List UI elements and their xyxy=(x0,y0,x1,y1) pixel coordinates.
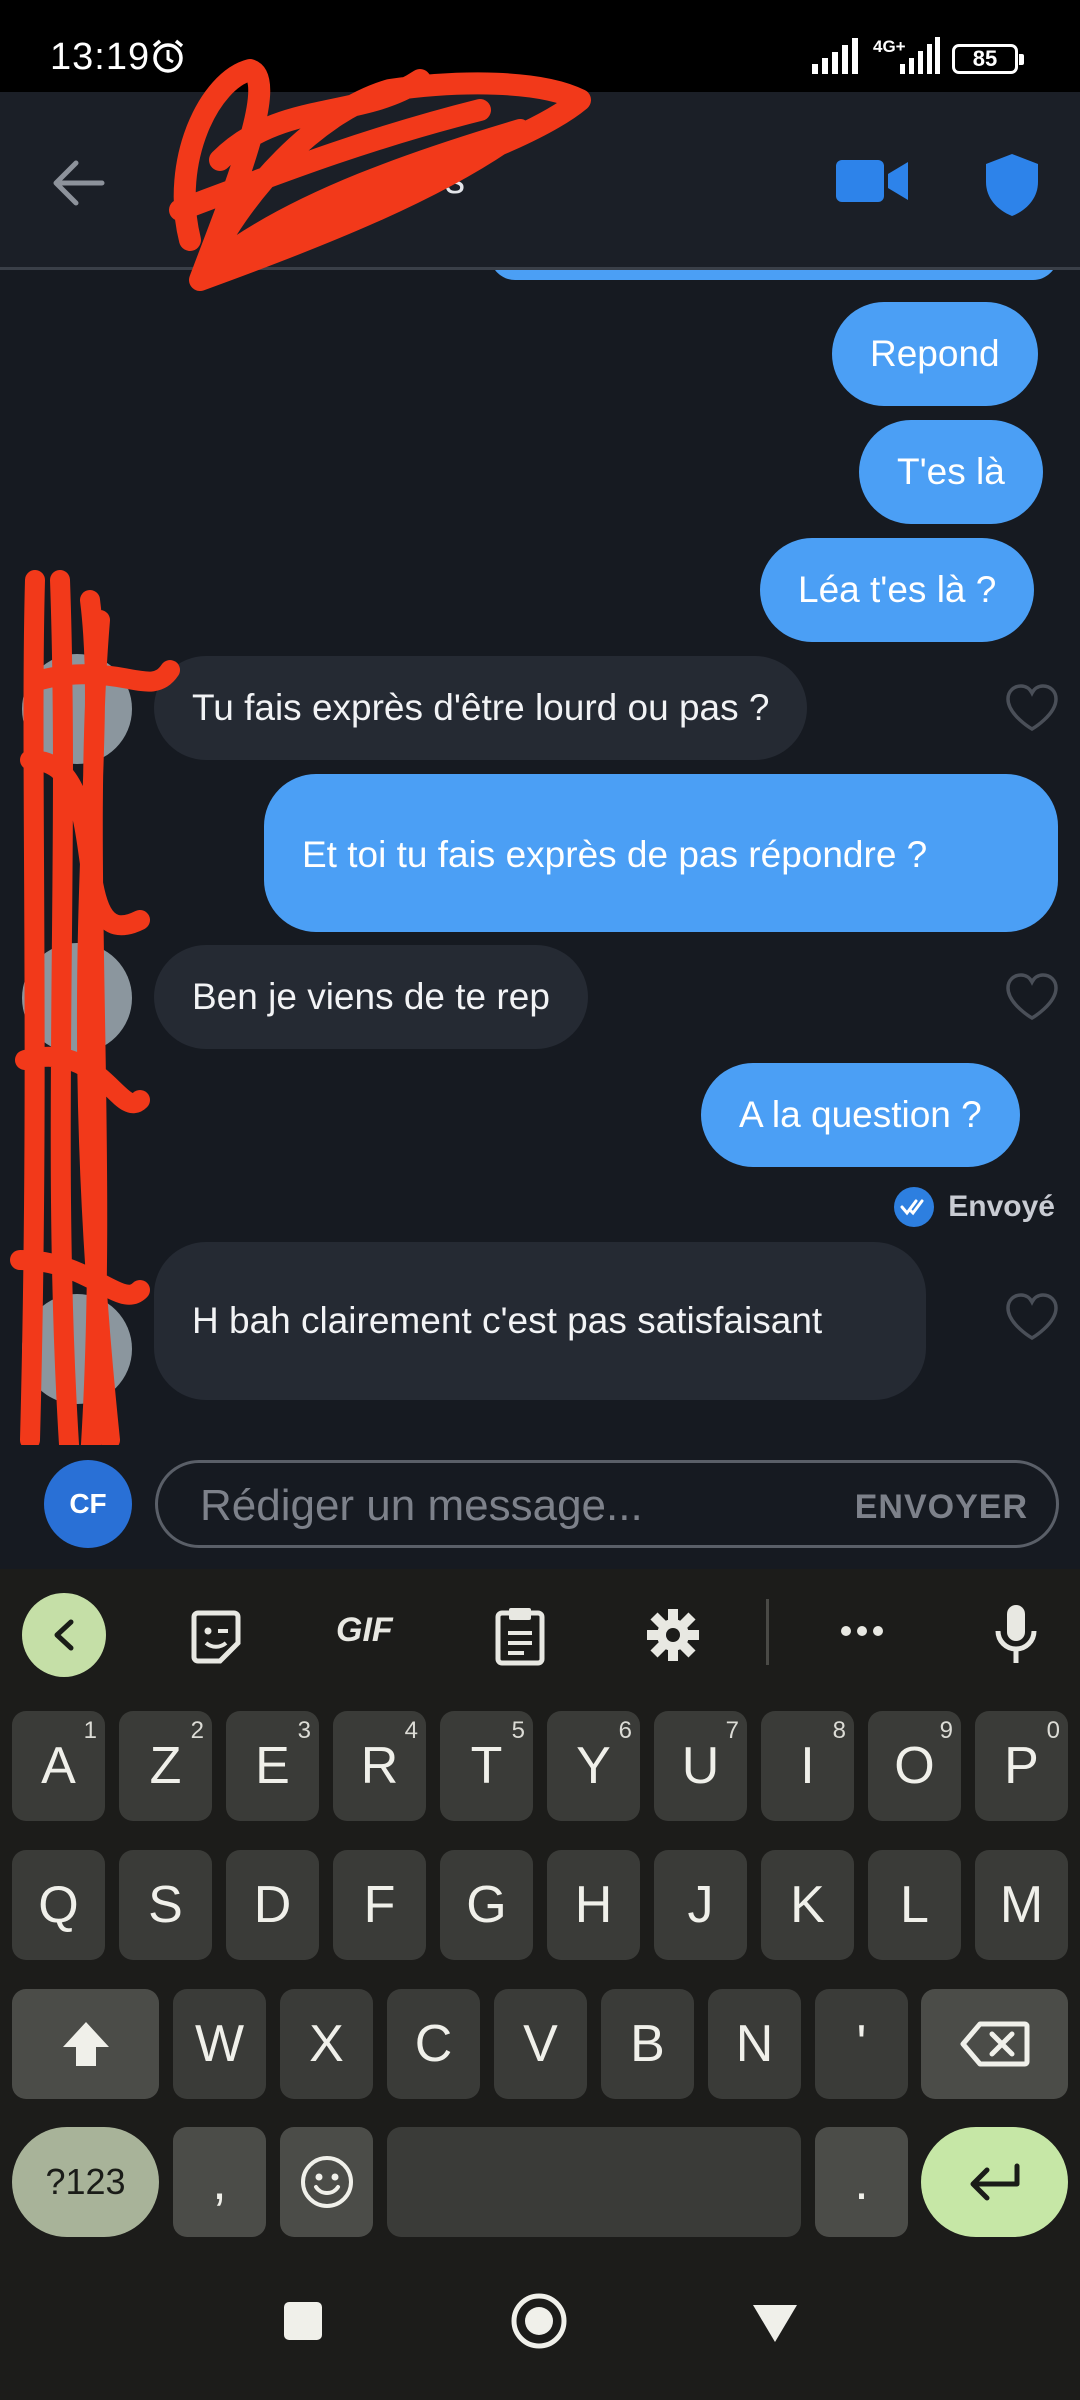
keyboard-collapse-button[interactable] xyxy=(22,1593,106,1677)
message-input[interactable]: Rédiger un message... ENVOYER xyxy=(155,1460,1059,1548)
key-apostrophe[interactable]: ' xyxy=(815,1989,908,2099)
heart-icon[interactable] xyxy=(1004,683,1060,733)
key-q[interactable]: Q xyxy=(12,1850,105,1960)
back-button[interactable] xyxy=(750,2302,800,2344)
delivery-status-label: Envoyé xyxy=(948,1190,1055,1223)
key-t[interactable]: T5 xyxy=(440,1711,533,1821)
key-m[interactable]: M xyxy=(975,1850,1068,1960)
backspace-icon xyxy=(960,2021,1029,2067)
key-u[interactable]: U7 xyxy=(654,1711,747,1821)
space-key[interactable] xyxy=(387,2127,801,2237)
comma-key[interactable]: , xyxy=(173,2127,266,2237)
system-navigation-bar xyxy=(0,2250,1080,2400)
key-i[interactable]: I8 xyxy=(761,1711,854,1821)
key-p[interactable]: P0 xyxy=(975,1711,1068,1821)
user-avatar[interactable]: CF xyxy=(44,1460,132,1548)
message-bubble-incoming[interactable]: Ben je viens de te rep xyxy=(154,945,588,1049)
message-bubble-incoming[interactable]: H bah clairement c'est pas satisfaisant xyxy=(154,1242,926,1400)
message-bubble-partial xyxy=(490,270,1058,280)
key-e[interactable]: E3 xyxy=(226,1711,319,1821)
status-time: 13:19 xyxy=(50,36,151,78)
redaction-scribble-avatars xyxy=(10,570,180,1470)
symbols-key[interactable]: ?123 xyxy=(12,2127,159,2237)
key-v[interactable]: V xyxy=(494,1989,587,2099)
message-bubble-outgoing[interactable]: Et toi tu fais exprès de pas répondre ? xyxy=(264,774,1058,932)
key-g[interactable]: G xyxy=(440,1850,533,1960)
message-input-placeholder: Rédiger un message... xyxy=(200,1481,643,1530)
double-check-icon xyxy=(894,1187,935,1227)
key-l[interactable]: L xyxy=(868,1850,961,1960)
toolbar-divider xyxy=(766,1599,769,1665)
shift-arrow-icon xyxy=(62,2022,109,2066)
message-bubble-outgoing[interactable]: T'es là xyxy=(859,420,1043,524)
message-bubble-outgoing[interactable]: Repond xyxy=(832,302,1038,406)
key-y[interactable]: Y6 xyxy=(547,1711,640,1821)
microphone-icon[interactable] xyxy=(994,1603,1038,1667)
key-a[interactable]: A1 xyxy=(12,1711,105,1821)
key-z[interactable]: Z2 xyxy=(119,1711,212,1821)
delivery-status: Envoyé xyxy=(894,1187,1055,1227)
signal-icon xyxy=(812,38,858,74)
key-r[interactable]: R4 xyxy=(333,1711,426,1821)
key-x[interactable]: X xyxy=(280,1989,373,2099)
key-b[interactable]: B xyxy=(601,1989,694,2099)
shift-key[interactable] xyxy=(12,1989,159,2099)
redaction-scribble-header xyxy=(169,59,591,291)
message-bubble-incoming[interactable]: Tu fais exprès d'être lourd ou pas ? xyxy=(154,656,808,760)
heart-icon[interactable] xyxy=(1004,1292,1060,1342)
period-key[interactable]: . xyxy=(815,2127,908,2237)
recents-button[interactable] xyxy=(284,2302,322,2340)
key-n[interactable]: N xyxy=(708,1989,801,2099)
clipboard-icon[interactable] xyxy=(494,1605,546,1667)
video-call-icon[interactable] xyxy=(836,156,910,206)
enter-icon xyxy=(970,2163,1019,2201)
sticker-icon[interactable] xyxy=(188,1609,244,1665)
back-arrow-icon[interactable] xyxy=(50,157,106,209)
signal-icon-2 xyxy=(900,37,940,74)
shield-icon[interactable] xyxy=(982,152,1042,218)
key-w[interactable]: W xyxy=(173,1989,266,2099)
heart-icon[interactable] xyxy=(1004,972,1060,1022)
message-bubble-outgoing[interactable]: A la question ? xyxy=(701,1063,1020,1167)
compose-bar: CF Rédiger un message... ENVOYER xyxy=(0,1445,1080,1569)
message-bubble-outgoing[interactable]: Léa t'es là ? xyxy=(760,538,1035,642)
key-c[interactable]: C xyxy=(387,1989,480,2099)
more-options-icon[interactable] xyxy=(840,1624,884,1638)
key-f[interactable]: F xyxy=(333,1850,426,1960)
gif-button[interactable]: GIF xyxy=(336,1611,393,1650)
enter-key[interactable] xyxy=(921,2127,1068,2237)
home-button[interactable] xyxy=(510,2292,568,2350)
settings-gear-icon[interactable] xyxy=(645,1607,701,1663)
key-s[interactable]: S xyxy=(119,1850,212,1960)
key-j[interactable]: J xyxy=(654,1850,747,1960)
backspace-key[interactable] xyxy=(921,1989,1068,2099)
emoji-key[interactable] xyxy=(280,2127,373,2237)
key-h[interactable]: H xyxy=(547,1850,640,1960)
send-button[interactable]: ENVOYER xyxy=(855,1488,1028,1527)
key-d[interactable]: D xyxy=(226,1850,319,1960)
emoji-icon xyxy=(300,2156,353,2208)
key-k[interactable]: K xyxy=(761,1850,854,1960)
battery-indicator: 85 xyxy=(952,44,1024,74)
key-o[interactable]: O9 xyxy=(868,1711,961,1821)
